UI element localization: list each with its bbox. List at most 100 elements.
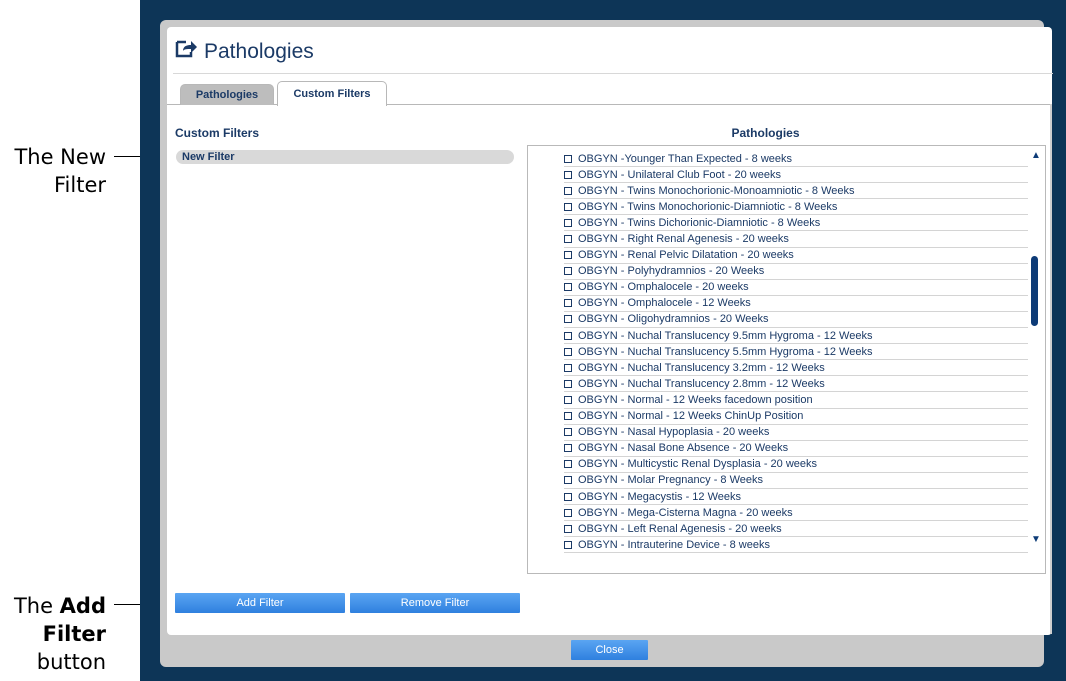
pathology-label: OBGYN - Right Renal Agenesis - 20 weeks: [578, 233, 789, 246]
pathology-label: OBGYN - Unilateral Club Foot - 20 weeks: [578, 168, 781, 181]
pathology-list-item[interactable]: OBGYN - Omphalocele - 20 weeks: [564, 280, 1028, 296]
pathology-label: OBGYN - Nuchal Translucency 5.5mm Hygrom…: [578, 345, 873, 358]
pathology-label: OBGYN - Twins Monochorionic-Monoamniotic…: [578, 184, 855, 197]
custom-filter-item-new-filter[interactable]: New Filter: [176, 150, 514, 164]
pathology-checkbox[interactable]: [564, 476, 572, 485]
pathology-label: OBGYN - Nuchal Translucency 9.5mm Hygrom…: [578, 329, 873, 342]
pathology-checkbox[interactable]: [564, 170, 572, 179]
pathology-label: OBGYN - Nasal Bone Absence - 20 Weeks: [578, 442, 789, 455]
annotation-new-filter-line2: Filter: [53, 173, 106, 197]
annotation-add-filter-prefix: The: [13, 594, 60, 618]
pathology-checkbox[interactable]: [564, 283, 572, 292]
pathology-label: OBGYN - Normal - 12 Weeks ChinUp Positio…: [578, 410, 804, 423]
pathology-list-item[interactable]: OBGYN - Intrauterine Device - 8 weeks: [564, 537, 1028, 554]
pathology-label: OBGYN - Twins Monochorionic-Diamniotic -…: [578, 200, 838, 213]
pathology-label: OBGYN - Omphalocele - 12 Weeks: [578, 297, 751, 310]
pathology-list-item[interactable]: OBGYN - Twins Monochorionic-Monoamniotic…: [564, 183, 1028, 200]
pathology-label: OBGYN - Left Renal Agenesis - 20 weeks: [578, 522, 782, 535]
pathology-list-item[interactable]: OBGYN - Nasal Hypoplasia - 20 weeks: [564, 425, 1028, 441]
pathology-checkbox[interactable]: [564, 508, 572, 517]
pathology-list-item[interactable]: OBGYN - Multicystic Renal Dysplasia - 20…: [564, 457, 1028, 473]
scrollbar-thumb[interactable]: [1031, 256, 1038, 326]
pathology-list-item[interactable]: OBGYN - Molar Pregnancy - 8 Weeks: [564, 473, 1028, 489]
custom-filters-heading: Custom Filters: [175, 126, 260, 140]
pathology-checkbox[interactable]: [564, 299, 572, 308]
pathology-list-item[interactable]: OBGYN - Nuchal Translucency 5.5mm Hygrom…: [564, 344, 1028, 361]
pathology-checkbox[interactable]: [564, 395, 572, 404]
pathology-list-item[interactable]: OBGYN - Twins Monochorionic-Diamniotic -…: [564, 199, 1028, 216]
pathologies-list-items: OBGYN -Younger Than Expected - 8 weeks OB…: [564, 151, 1028, 554]
pathology-list-item[interactable]: OBGYN - Nuchal Translucency 2.8mm - 12 W…: [564, 376, 1028, 393]
pathology-list-item[interactable]: OBGYN - Unilateral Club Foot - 20 weeks: [564, 167, 1028, 184]
pathology-list-item[interactable]: OBGYN - Normal - 12 Weeks facedown posit…: [564, 392, 1028, 409]
pathology-checkbox[interactable]: [564, 218, 572, 227]
pathology-list-item[interactable]: OBGYN - Left Renal Agenesis - 20 weeks: [564, 521, 1028, 538]
pathology-checkbox[interactable]: [564, 347, 572, 356]
annotation-add-filter: The Add Filter button: [0, 592, 106, 676]
pathology-checkbox[interactable]: [564, 202, 572, 211]
pathology-label: OBGYN - Polyhydramnios - 20 Weeks: [578, 265, 765, 278]
pathology-list-item[interactable]: OBGYN - Nuchal Translucency 3.2mm - 12 W…: [564, 360, 1028, 377]
pathology-list-item[interactable]: OBGYN - Polyhydramnios - 20 Weeks: [564, 264, 1028, 280]
pathology-checkbox[interactable]: [564, 363, 572, 372]
pathology-list-item[interactable]: OBGYN - Twins Dichorionic-Diamniotic - 8…: [564, 215, 1028, 232]
pathology-list-item[interactable]: OBGYN - Right Renal Agenesis - 20 weeks: [564, 231, 1028, 248]
annotation-add-filter-bold2: Filter: [42, 622, 106, 646]
pathology-checkbox[interactable]: [564, 412, 572, 421]
pathology-checkbox[interactable]: [564, 315, 572, 324]
pathology-label: OBGYN - Normal - 12 Weeks facedown posit…: [578, 393, 813, 406]
pathology-label: OBGYN - Oligohydramnios - 20 Weeks: [578, 313, 769, 326]
scroll-down-icon[interactable]: ▼: [1031, 534, 1041, 545]
pathology-list-item[interactable]: OBGYN - Omphalocele - 12 Weeks: [564, 296, 1028, 312]
pathology-checkbox[interactable]: [564, 428, 572, 437]
pathology-checkbox[interactable]: [564, 460, 572, 469]
pathology-label: OBGYN - Nuchal Translucency 2.8mm - 12 W…: [578, 377, 825, 390]
pathology-checkbox[interactable]: [564, 235, 572, 244]
tab-pathologies[interactable]: Pathologies: [180, 84, 274, 105]
pathology-label: OBGYN - Twins Dichorionic-Diamniotic - 8…: [578, 216, 821, 229]
pathology-list-item[interactable]: OBGYN - Nasal Bone Absence - 20 Weeks: [564, 441, 1028, 457]
tab-content-edge: [1050, 104, 1052, 634]
dialog-title: Pathologies: [174, 39, 314, 65]
pathology-label: OBGYN - Intrauterine Device - 8 weeks: [578, 538, 770, 551]
pathology-checkbox[interactable]: [564, 267, 572, 276]
pathology-list-item[interactable]: OBGYN - Megacystis - 12 Weeks: [564, 489, 1028, 506]
annotation-new-filter-line1: The New: [14, 145, 106, 169]
pathology-list-item[interactable]: OBGYN - Mega-Cisterna Magna - 20 weeks: [564, 505, 1028, 522]
pathology-label: OBGYN - Multicystic Renal Dysplasia - 20…: [578, 458, 818, 471]
pathology-label: OBGYN - Megacystis - 12 Weeks: [578, 490, 742, 503]
pathology-checkbox[interactable]: [564, 492, 572, 501]
close-button[interactable]: Close: [571, 640, 648, 660]
pathology-checkbox[interactable]: [564, 251, 572, 260]
annotation-add-filter-bold1: Add: [59, 594, 106, 618]
pathology-list-item[interactable]: OBGYN - Normal - 12 Weeks ChinUp Positio…: [564, 409, 1028, 425]
export-arrow-icon: [174, 39, 198, 65]
annotation-new-filter: The New Filter: [0, 143, 106, 199]
pathology-list-item[interactable]: OBGYN - Renal Pelvic Dilatation - 20 wee…: [564, 248, 1028, 264]
pathology-label: OBGYN - Omphalocele - 20 weeks: [578, 281, 749, 294]
pathology-label: OBGYN - Mega-Cisterna Magna - 20 weeks: [578, 506, 793, 519]
pathology-list-item[interactable]: OBGYN - Oligohydramnios - 20 Weeks: [564, 312, 1028, 329]
pathology-checkbox[interactable]: [564, 444, 572, 453]
title-divider: [173, 73, 1053, 74]
pathology-list-item[interactable]: OBGYN -Younger Than Expected - 8 weeks: [564, 151, 1028, 168]
pathology-checkbox[interactable]: [564, 186, 572, 195]
annotation-add-filter-suffix: button: [36, 650, 106, 674]
pathologies-heading: Pathologies: [731, 126, 800, 140]
tab-custom-filters[interactable]: Custom Filters: [277, 81, 387, 106]
pathology-label: OBGYN - Nuchal Translucency 3.2mm - 12 W…: [578, 361, 825, 374]
pathology-checkbox[interactable]: [564, 154, 572, 163]
scroll-up-icon[interactable]: ▲: [1031, 150, 1041, 161]
pathology-label: OBGYN -Younger Than Expected - 8 weeks: [578, 152, 793, 165]
pathology-label: OBGYN - Molar Pregnancy - 8 Weeks: [578, 474, 764, 487]
dialog-title-text: Pathologies: [204, 40, 314, 63]
pathology-checkbox[interactable]: [564, 379, 572, 388]
pathologies-list[interactable]: OBGYN -Younger Than Expected - 8 weeks OB…: [527, 145, 1046, 574]
pathology-label: OBGYN - Nasal Hypoplasia - 20 weeks: [578, 426, 770, 439]
add-filter-button[interactable]: Add Filter: [175, 593, 345, 613]
pathology-checkbox[interactable]: [564, 524, 572, 533]
pathology-list-item[interactable]: OBGYN - Nuchal Translucency 9.5mm Hygrom…: [564, 328, 1028, 345]
remove-filter-button[interactable]: Remove Filter: [350, 593, 520, 613]
pathology-checkbox[interactable]: [564, 331, 572, 340]
pathology-checkbox[interactable]: [564, 540, 572, 549]
